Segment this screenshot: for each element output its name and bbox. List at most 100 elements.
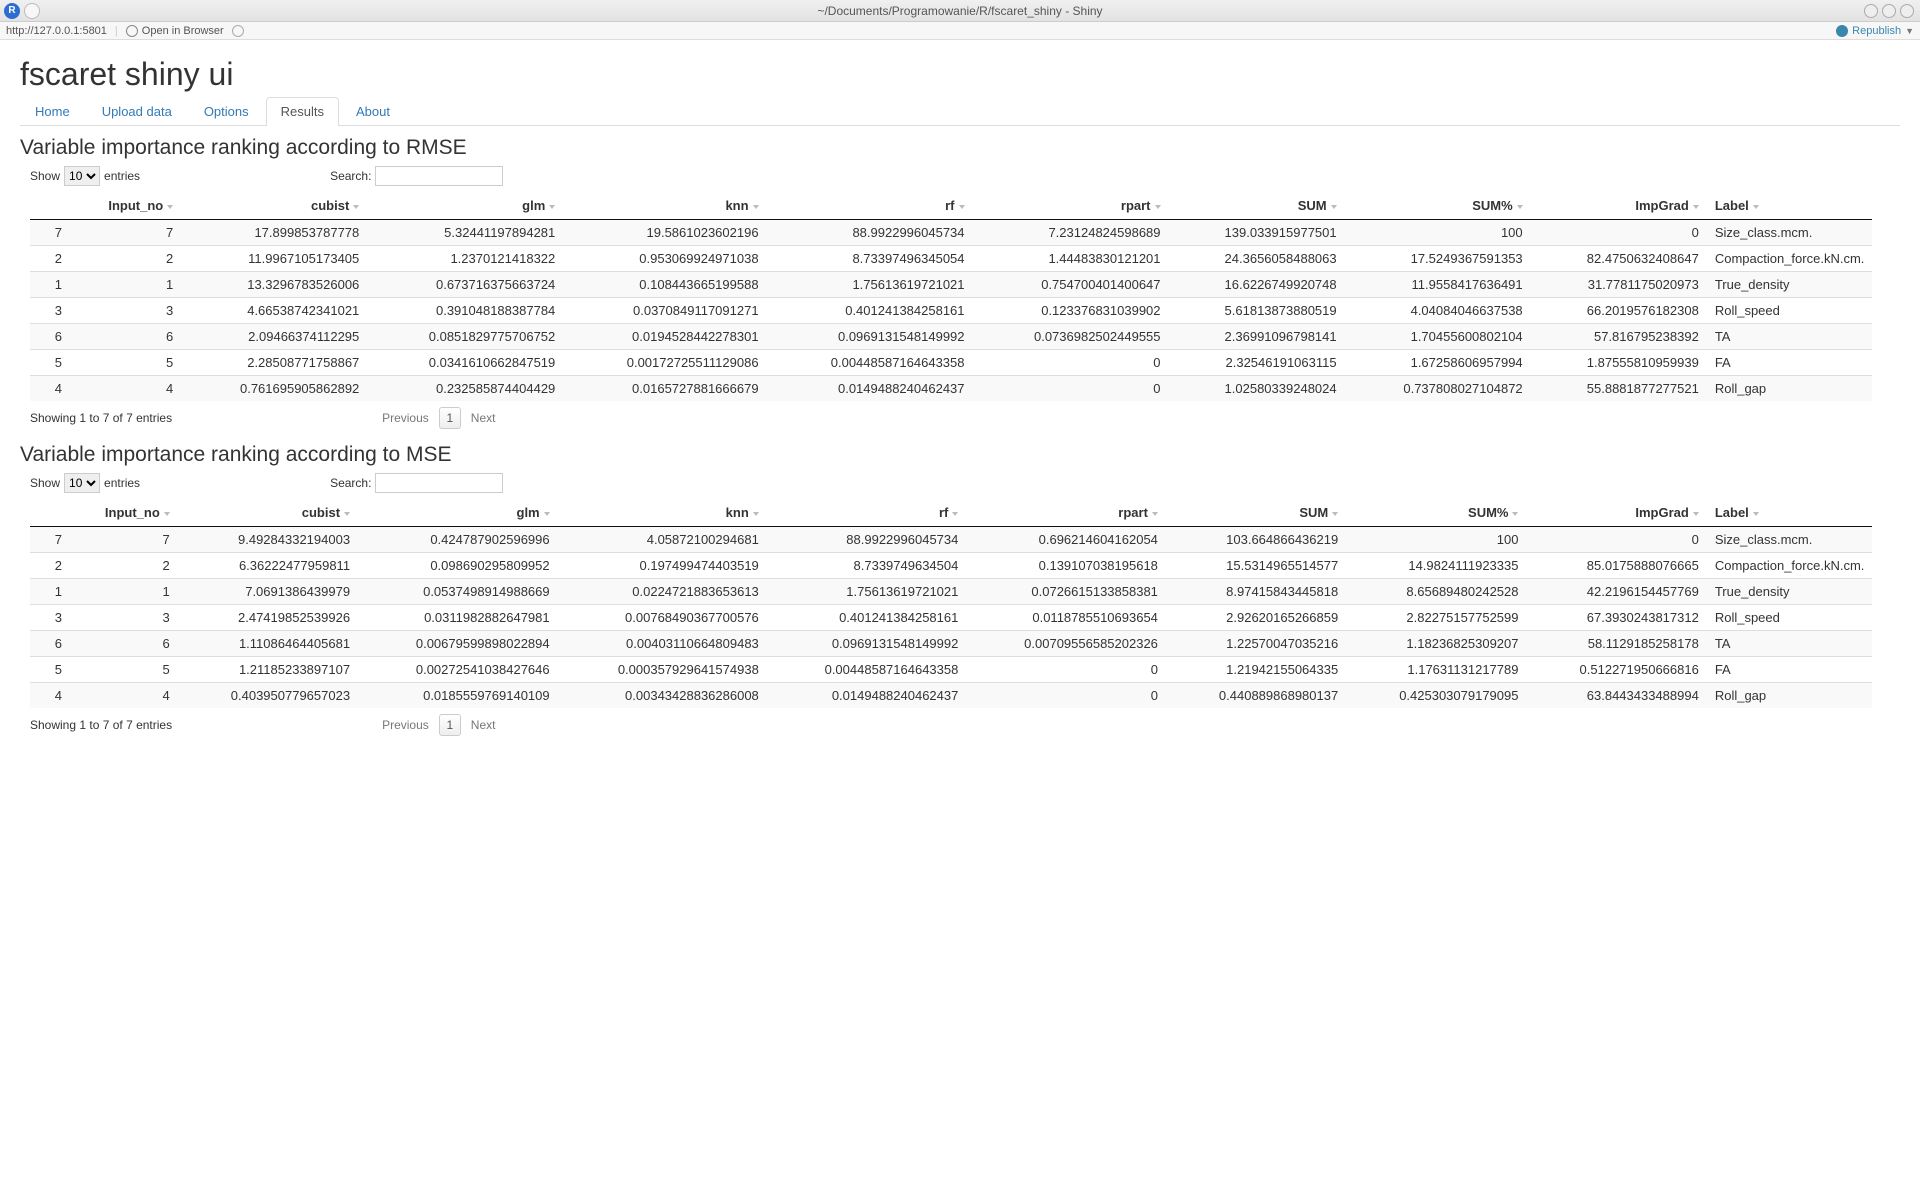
sort-icon <box>1331 205 1337 209</box>
column-header[interactable]: glm <box>367 192 563 220</box>
column-header[interactable]: SUM% <box>1346 499 1526 527</box>
table-cell: 31.7781175020973 <box>1531 272 1707 298</box>
column-header[interactable]: rf <box>767 499 967 527</box>
table-cell: 103.664866436219 <box>1166 527 1346 553</box>
table-cell: 3 <box>30 298 70 324</box>
column-header[interactable] <box>30 192 70 220</box>
sort-icon <box>1332 512 1338 516</box>
table-cell: 85.0175888076665 <box>1526 553 1706 579</box>
open-in-browser-button[interactable]: Open in Browser <box>126 25 224 37</box>
table-row: 662.094663741122950.08518297757067520.01… <box>30 324 1872 350</box>
table-cell: 66.2019576182308 <box>1531 298 1707 324</box>
table-cell: 0.232585874404429 <box>367 376 563 402</box>
rmse-length-select[interactable]: 10 <box>64 166 100 186</box>
column-header[interactable]: ImpGrad <box>1531 192 1707 220</box>
column-header[interactable]: cubist <box>181 192 367 220</box>
sort-icon <box>164 512 170 516</box>
table-cell: 0.737808027104872 <box>1345 376 1531 402</box>
sort-icon <box>544 512 550 516</box>
mse-page-1[interactable]: 1 <box>439 714 461 736</box>
table-cell: 2 <box>30 553 70 579</box>
maximize-icon[interactable] <box>1882 4 1896 18</box>
table-cell: 13.3296783526006 <box>181 272 367 298</box>
column-header[interactable]: Input_no <box>70 192 181 220</box>
column-header[interactable]: cubist <box>178 499 358 527</box>
table-cell: 0.00343428836286008 <box>558 683 767 709</box>
table-cell: 2 <box>70 246 181 272</box>
table-cell: 6 <box>70 324 181 350</box>
table-cell: 0.0726615133858381 <box>966 579 1166 605</box>
sort-icon <box>1512 512 1518 516</box>
column-header[interactable]: Input_no <box>70 499 178 527</box>
table-cell: Compaction_force.kN.cm. <box>1707 553 1873 579</box>
table-cell: 0.000357929641574938 <box>558 657 767 683</box>
table-cell: 57.816795238392 <box>1531 324 1707 350</box>
column-header[interactable]: rf <box>767 192 973 220</box>
table-cell: 1.67258606957994 <box>1345 350 1531 376</box>
table-cell: 0.673716375663724 <box>367 272 563 298</box>
rmse-info: Showing 1 to 7 of 7 entries <box>30 411 172 425</box>
rmse-next-button[interactable]: Next <box>471 411 496 425</box>
sort-icon <box>1693 205 1699 209</box>
column-header[interactable]: glm <box>358 499 558 527</box>
column-header[interactable]: knn <box>558 499 767 527</box>
tab-results[interactable]: Results <box>266 97 339 126</box>
table-cell: 0.754700401400647 <box>973 272 1169 298</box>
table-cell: 0 <box>973 350 1169 376</box>
table-cell: 2.09466374112295 <box>181 324 367 350</box>
sort-icon <box>1517 205 1523 209</box>
column-header[interactable]: ImpGrad <box>1526 499 1706 527</box>
tab-options[interactable]: Options <box>189 97 264 125</box>
column-header[interactable]: knn <box>563 192 766 220</box>
rmse-previous-button[interactable]: Previous <box>382 411 429 425</box>
table-cell: 5 <box>30 657 70 683</box>
republish-button[interactable]: Republish ▼ <box>1836 25 1914 37</box>
table-cell: 0.139107038195618 <box>966 553 1166 579</box>
mse-length-select[interactable]: 10 <box>64 473 100 493</box>
table-cell: 5 <box>70 657 178 683</box>
mse-search-input[interactable] <box>375 473 503 493</box>
table-cell: 1.18236825309207 <box>1346 631 1526 657</box>
rmse-page-1[interactable]: 1 <box>439 407 461 429</box>
mse-previous-button[interactable]: Previous <box>382 718 429 732</box>
table-cell: 2 <box>30 246 70 272</box>
publish-icon <box>1836 25 1848 37</box>
table-cell: 100 <box>1345 220 1531 246</box>
table-cell: 2.28508771758867 <box>181 350 367 376</box>
back-icon[interactable] <box>24 3 40 19</box>
sort-icon <box>167 205 173 209</box>
table-cell: 0 <box>966 657 1166 683</box>
tab-about[interactable]: About <box>341 97 405 125</box>
table-header-row: Input_nocubistglmknnrfrpartSUMSUM%ImpGra… <box>30 192 1872 220</box>
column-header[interactable] <box>30 499 70 527</box>
tab-upload-data[interactable]: Upload data <box>87 97 187 125</box>
column-header[interactable]: Label <box>1707 192 1873 220</box>
table-cell: 14.9824111923335 <box>1346 553 1526 579</box>
tab-home[interactable]: Home <box>20 97 85 125</box>
sort-icon <box>344 512 350 516</box>
column-header[interactable]: SUM <box>1166 499 1346 527</box>
column-header[interactable]: Label <box>1707 499 1873 527</box>
table-cell: TA <box>1707 324 1873 350</box>
table-cell: 1 <box>30 579 70 605</box>
table-cell: 7 <box>30 220 70 246</box>
column-header[interactable]: rpart <box>966 499 1166 527</box>
rmse-search-input[interactable] <box>375 166 503 186</box>
table-cell: 1 <box>70 579 178 605</box>
table-cell: 0.440889868980137 <box>1166 683 1346 709</box>
column-header[interactable]: SUM <box>1169 192 1345 220</box>
table-cell: 0.424787902596996 <box>358 527 558 553</box>
table-cell: 0.696214604162054 <box>966 527 1166 553</box>
minimize-icon[interactable] <box>1864 4 1878 18</box>
column-header[interactable]: SUM% <box>1345 192 1531 220</box>
table-cell: 0.0537498914988669 <box>358 579 558 605</box>
table-cell: 4.66538742341021 <box>181 298 367 324</box>
sort-icon <box>353 205 359 209</box>
mse-next-button[interactable]: Next <box>471 718 496 732</box>
column-header[interactable]: rpart <box>973 192 1169 220</box>
close-icon[interactable] <box>1900 4 1914 18</box>
table-cell: 8.73397496345054 <box>767 246 973 272</box>
table-cell: Roll_speed <box>1707 298 1873 324</box>
table-cell: 2.32546191063115 <box>1169 350 1345 376</box>
refresh-icon[interactable] <box>232 25 244 37</box>
